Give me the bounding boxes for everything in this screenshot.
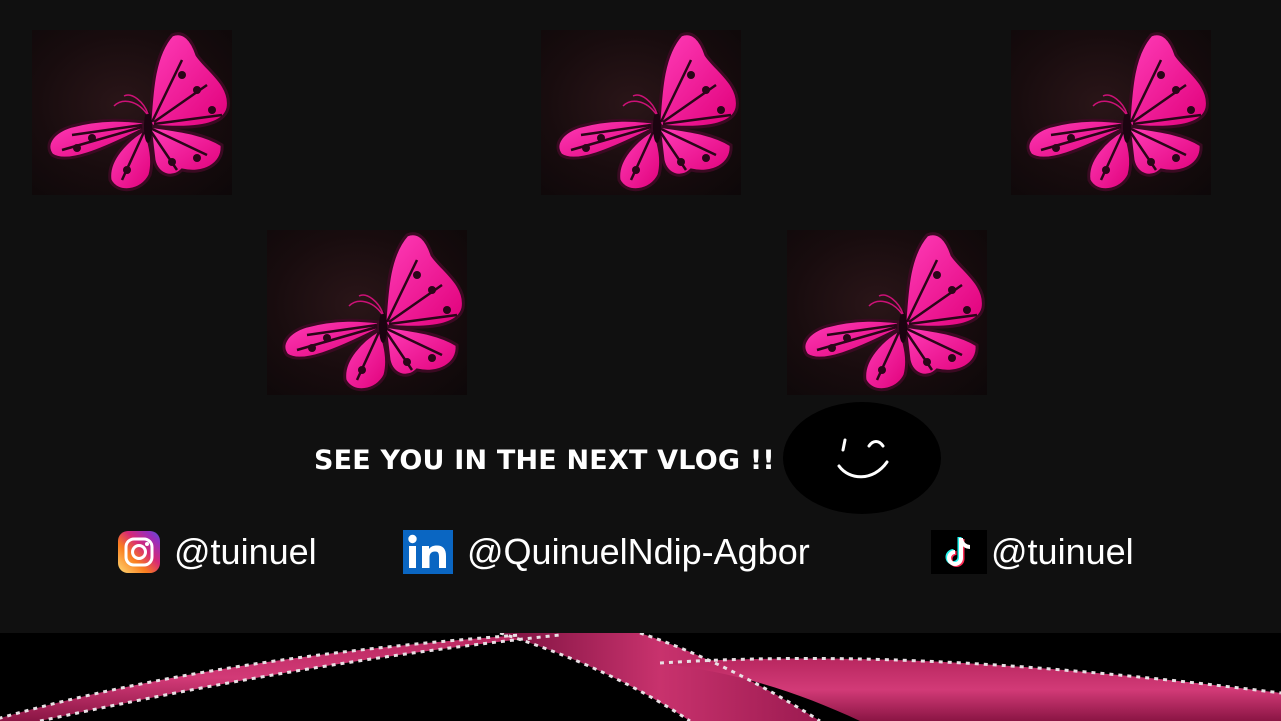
end-slide: SEE YOU IN THE NEXT VLOG !! @tuinuel @Qu… <box>0 0 1281 721</box>
tiktok-icon <box>931 530 987 574</box>
instagram-handle[interactable]: @tuinuel <box>118 530 317 574</box>
tiktok-handle[interactable]: @tuinuel <box>931 530 1134 574</box>
instagram-icon <box>118 531 160 573</box>
linkedin-handle[interactable]: @QuinuelNdip-Agbor <box>403 530 810 574</box>
butterfly-icon <box>541 30 741 195</box>
butterfly-icon <box>32 30 232 195</box>
butterfly-image <box>541 30 741 195</box>
butterfly-image <box>267 230 467 395</box>
closing-headline: SEE YOU IN THE NEXT VLOG !! <box>314 445 775 476</box>
butterfly-icon <box>267 230 467 395</box>
winking-smiley-icon <box>783 402 941 514</box>
linkedin-icon <box>403 530 453 574</box>
butterfly-image <box>32 30 232 195</box>
instagram-handle-label: @tuinuel <box>174 531 317 572</box>
butterfly-icon <box>1011 30 1211 195</box>
pink-ribbon-image <box>0 633 1281 721</box>
butterfly-icon <box>787 230 987 395</box>
linkedin-handle-label: @QuinuelNdip-Agbor <box>467 531 810 572</box>
butterfly-image <box>787 230 987 395</box>
butterfly-image <box>1011 30 1211 195</box>
tiktok-handle-label: @tuinuel <box>991 531 1134 572</box>
